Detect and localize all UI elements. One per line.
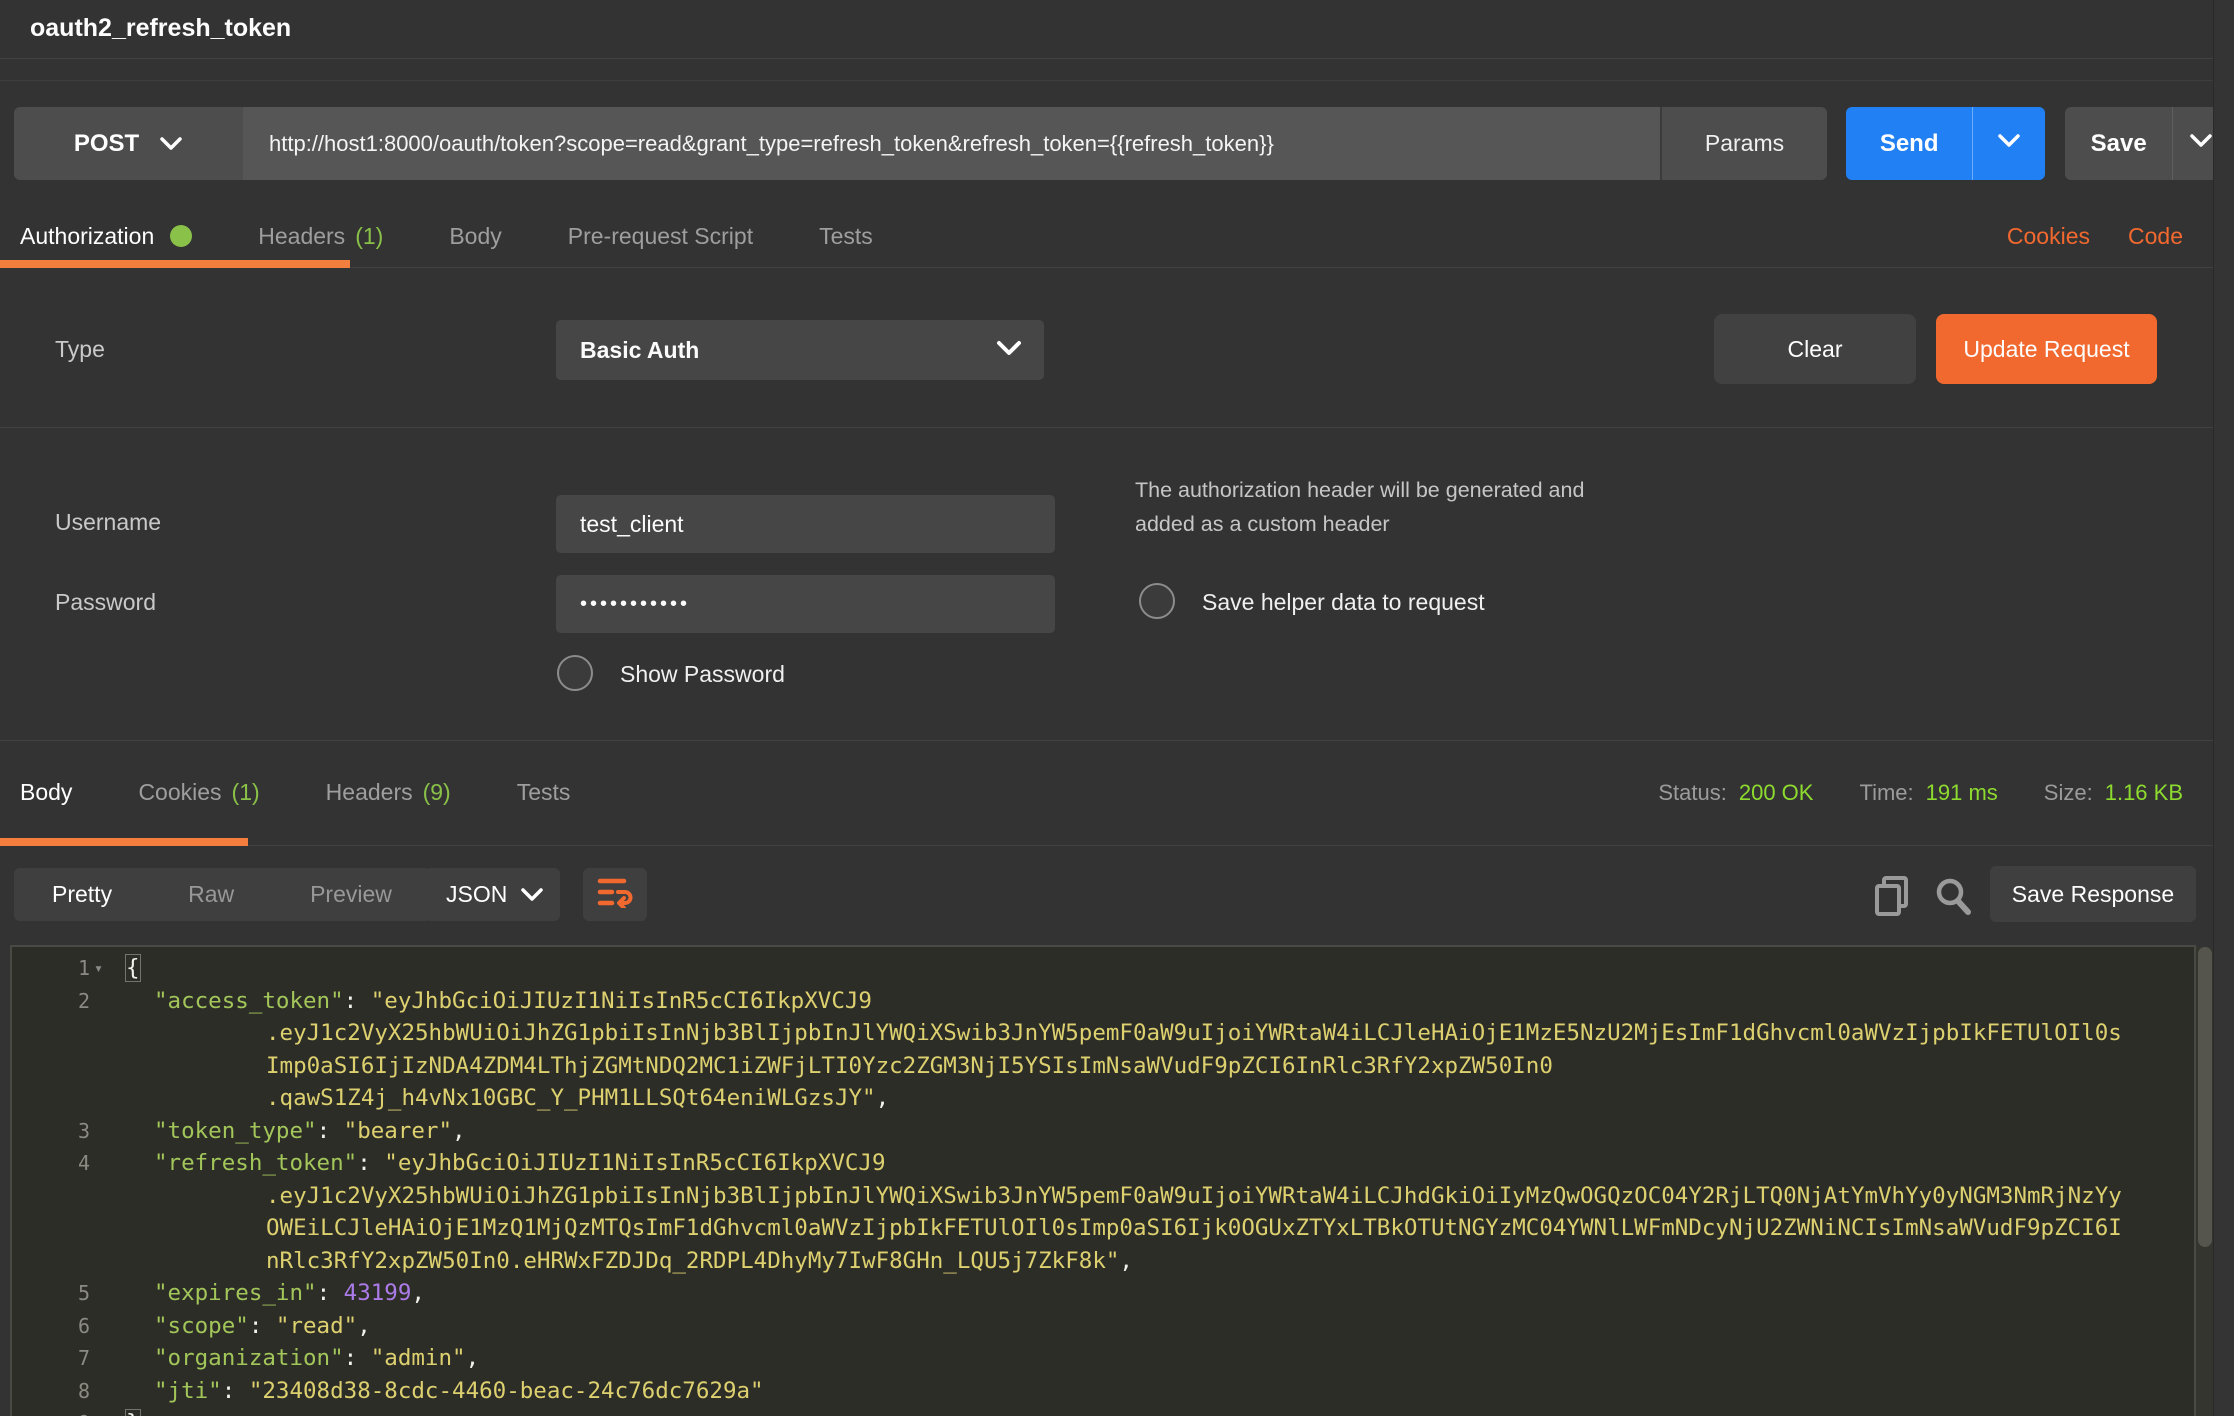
chevron-down-icon xyxy=(2190,134,2212,153)
params-button[interactable]: Params xyxy=(1660,107,1827,180)
clear-button[interactable]: Clear xyxy=(1714,314,1916,384)
code-line: 9} xyxy=(12,1407,2194,1416)
send-options-button[interactable] xyxy=(1972,107,2045,180)
code-line: 3"token_type": "bearer", xyxy=(12,1115,2194,1148)
request-builder-bar: POST http://host1:8000/oauth/token?scope… xyxy=(14,107,2228,180)
code-line: 4"refresh_token": "eyJhbGciOiJIUzI1NiIsI… xyxy=(12,1147,2194,1180)
format-value: JSON xyxy=(446,881,507,908)
url-value: http://host1:8000/oauth/token?scope=read… xyxy=(269,131,1274,157)
code-line: OWEiLCJleHAiOjE1MzQ1MjQzMTQsImF1dGhvcml0… xyxy=(12,1212,2194,1245)
username-value: test_client xyxy=(580,511,684,538)
response-meta: Status: 200 OK Time: 191 ms Size: 1.16 K… xyxy=(1658,740,2183,845)
response-tab-body[interactable]: Body xyxy=(0,740,105,845)
tab-body[interactable]: Body xyxy=(416,205,534,267)
titlebar-divider xyxy=(0,59,2214,81)
code-line: .eyJ1c2VyX25hbWUiOiJhZG1pbiIsInNjb3BlIjp… xyxy=(12,1017,2194,1050)
code-scrollbar-thumb[interactable] xyxy=(2198,947,2212,1247)
page-scrollbar[interactable] xyxy=(2213,0,2234,1416)
tab-pre-request-script[interactable]: Pre-request Script xyxy=(535,205,786,267)
status-badge: Status: 200 OK xyxy=(1658,780,1813,806)
save-helper-label: Save helper data to request xyxy=(1202,589,1485,616)
view-preview[interactable]: Preview xyxy=(272,881,430,908)
auth-configured-dot-icon xyxy=(170,225,192,247)
request-links: Cookies Code xyxy=(2007,205,2183,267)
password-value: ••••••••••• xyxy=(580,593,690,616)
response-tab-headers[interactable]: Headers (9) xyxy=(293,740,484,845)
code-line: 1▾{ xyxy=(12,952,2194,985)
tab-tests[interactable]: Tests xyxy=(786,205,906,267)
method-select[interactable]: POST xyxy=(14,107,243,180)
time-badge: Time: 191 ms xyxy=(1859,780,1997,806)
method-label: POST xyxy=(74,130,139,158)
send-button[interactable]: Send xyxy=(1846,107,2045,180)
code-line: .qawS1Z4j_h4vNx10GBC_Y_PHM1LLSQt64eniWLG… xyxy=(12,1082,2194,1115)
save-button[interactable]: Save xyxy=(2065,107,2228,180)
code-lines: 1▾{2"access_token": "eyJhbGciOiJIUzI1NiI… xyxy=(12,952,2194,1416)
active-tab-underline xyxy=(0,260,350,268)
request-title-bar: oauth2_refresh_token xyxy=(0,0,2214,59)
chevron-down-icon xyxy=(159,130,183,158)
search-button[interactable] xyxy=(1932,875,1974,922)
search-icon xyxy=(1932,904,1974,921)
auth-type-section: Type Basic Auth Clear Update Request xyxy=(0,268,2214,428)
code-line: .eyJ1c2VyX25hbWUiOiJhZG1pbiIsInNjb3BlIjp… xyxy=(12,1180,2194,1213)
code-line: 7"organization": "admin", xyxy=(12,1342,2194,1375)
code-scrollbar[interactable] xyxy=(2196,947,2214,1416)
response-toolbar: Pretty Raw Preview JSON xyxy=(0,845,2214,945)
chevron-down-icon xyxy=(520,881,544,908)
format-select[interactable]: JSON xyxy=(424,868,560,921)
username-field[interactable]: test_client xyxy=(556,495,1055,553)
password-label: Password xyxy=(55,589,156,616)
fold-toggle-icon[interactable]: ▾ xyxy=(90,952,126,985)
code-line: 8"jti": "23408d38-8cdc-4460-beac-24c76dc… xyxy=(12,1375,2194,1408)
show-password-checkbox[interactable] xyxy=(557,655,593,691)
view-mode-switch: Pretty Raw Preview xyxy=(14,868,430,921)
view-raw[interactable]: Raw xyxy=(150,881,272,908)
tab-authorization[interactable]: Authorization xyxy=(0,205,225,267)
save-label[interactable]: Save xyxy=(2065,107,2172,180)
code-line: 6"scope": "read", xyxy=(12,1310,2194,1343)
view-pretty[interactable]: Pretty xyxy=(14,881,150,908)
url-input[interactable]: http://host1:8000/oauth/token?scope=read… xyxy=(243,107,1660,180)
code-line: nRlc3RfY2xpZW50In0.eHRWxFZDJDq_2RDPL4Dhy… xyxy=(12,1245,2194,1278)
wrap-text-icon xyxy=(597,876,633,913)
response-headers-count: (9) xyxy=(423,779,451,806)
username-label: Username xyxy=(55,509,161,536)
code-line: 2"access_token": "eyJhbGciOiJIUzI1NiIsIn… xyxy=(12,985,2194,1018)
response-tab-tests[interactable]: Tests xyxy=(484,740,604,845)
request-tabs: Authorization Headers (1) Body Pre-reque… xyxy=(0,205,2214,268)
code-line: 5"expires_in": 43199, xyxy=(12,1277,2194,1310)
copy-icon xyxy=(1872,904,1914,921)
postman-window: oauth2_refresh_token POST http://host1:8… xyxy=(0,0,2234,1416)
cookies-link[interactable]: Cookies xyxy=(2007,223,2090,250)
save-response-button[interactable]: Save Response xyxy=(1990,866,2196,922)
password-field[interactable]: ••••••••••• xyxy=(556,575,1055,633)
chevron-down-icon xyxy=(996,340,1022,361)
code-link[interactable]: Code xyxy=(2128,223,2183,250)
save-helper-checkbox[interactable] xyxy=(1139,583,1175,619)
auth-type-value: Basic Auth xyxy=(580,337,996,364)
wrap-text-button[interactable] xyxy=(583,868,647,921)
chevron-down-icon xyxy=(1998,134,2020,153)
tab-headers[interactable]: Headers (1) xyxy=(225,205,416,267)
type-label: Type xyxy=(55,336,105,363)
show-password-label: Show Password xyxy=(620,661,785,688)
size-badge: Size: 1.16 KB xyxy=(2044,780,2183,806)
response-tab-cookies[interactable]: Cookies (1) xyxy=(105,740,292,845)
headers-count: (1) xyxy=(355,223,383,250)
auth-helper-text: The authorization header will be generat… xyxy=(1135,473,1625,541)
auth-credentials-section: Username test_client Password ••••••••••… xyxy=(0,427,2214,741)
send-label[interactable]: Send xyxy=(1846,107,1972,180)
copy-button[interactable] xyxy=(1872,875,1914,922)
auth-type-select[interactable]: Basic Auth xyxy=(556,320,1044,380)
response-body-editor[interactable]: 1▾{2"access_token": "eyJhbGciOiJIUzI1NiI… xyxy=(10,945,2196,1416)
page-title: oauth2_refresh_token xyxy=(30,14,291,43)
cookies-count: (1) xyxy=(232,779,260,806)
code-line: Imp0aSI6IjIzNDA4ZDM4LThjZGMtNDQ2MC1iZWFj… xyxy=(12,1050,2194,1083)
update-request-button[interactable]: Update Request xyxy=(1936,314,2157,384)
